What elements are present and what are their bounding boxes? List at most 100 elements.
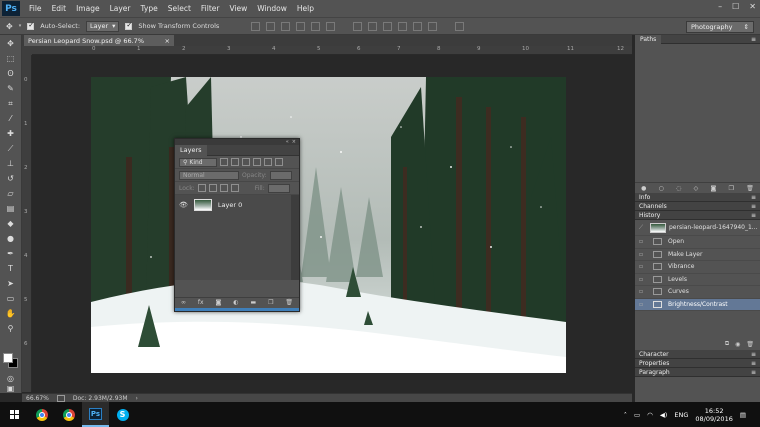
notifications-icon[interactable]: ▤ (740, 411, 746, 419)
distribute-vcenter-icon[interactable] (368, 21, 378, 31)
link-icon[interactable]: ∞ (181, 299, 186, 306)
load-selection-icon[interactable]: ◌ (676, 185, 681, 192)
document-tab[interactable]: Persian Leopard Snow.psd @ 66.7% (RGB/8#… (24, 35, 174, 53)
eraser-tool-icon[interactable]: ▱ (4, 187, 17, 200)
status-info-icon[interactable] (56, 394, 65, 402)
align-bottom-icon[interactable] (281, 21, 291, 31)
align-right-icon[interactable] (326, 21, 336, 31)
tool-preset-chevron-icon[interactable]: ▾ (19, 23, 22, 29)
lock-pixels-icon[interactable] (208, 184, 217, 192)
panel-menu-icon[interactable]: ≡ (751, 360, 756, 367)
distribute-hcenter-icon[interactable] (413, 21, 423, 31)
history-item[interactable]: ▫ Vibrance (635, 261, 760, 274)
move-tool-icon[interactable]: ✥ (6, 22, 13, 31)
blend-mode-dropdown[interactable]: Normal (179, 170, 239, 180)
distribute-bottom-icon[interactable] (383, 21, 393, 31)
camera-icon[interactable]: ◉ (735, 341, 740, 348)
chevron-right-icon[interactable]: › (136, 395, 138, 402)
type-tool-icon[interactable]: T (4, 262, 17, 275)
filter-toggle-icon[interactable] (275, 158, 283, 166)
tab-paragraph[interactable]: Paragraph (639, 369, 670, 376)
marquee-tool-icon[interactable]: ⬚ (4, 52, 17, 65)
auto-select-checkbox[interactable] (27, 21, 35, 30)
blur-tool-icon[interactable]: ◆ (4, 217, 17, 230)
distribute-right-icon[interactable] (428, 21, 438, 31)
history-item[interactable]: ▫ Curves (635, 286, 760, 299)
taskbar-chrome-1[interactable] (28, 402, 55, 427)
adjustment-icon[interactable]: ◐ (233, 299, 238, 306)
menu-file[interactable]: File (24, 4, 47, 13)
move-tool-icon[interactable]: ✥ (4, 37, 17, 50)
history-source-checkbox[interactable]: ▫ (635, 288, 647, 295)
brush-tool-icon[interactable]: ⟋ (4, 142, 17, 155)
taskbar-photoshop[interactable]: Ps (82, 402, 109, 427)
history-brush-tool-icon[interactable]: ↺ (4, 172, 17, 185)
menu-type[interactable]: Type (136, 4, 163, 13)
menu-edit[interactable]: Edit (47, 4, 72, 13)
channels-panel-header[interactable]: Channels ≡ (635, 202, 760, 211)
menu-help[interactable]: Help (292, 4, 319, 13)
maximize-button[interactable]: ☐ (732, 2, 739, 11)
history-source-checkbox[interactable]: ▫ (635, 238, 647, 245)
quick-select-tool-icon[interactable]: ✎ (4, 82, 17, 95)
layers-scrollbar[interactable] (291, 195, 299, 280)
align-hcenter-icon[interactable] (311, 21, 321, 31)
stroke-path-icon[interactable]: ○ (659, 185, 664, 192)
fill-path-icon[interactable]: ● (641, 185, 646, 192)
fx-icon[interactable]: fx (198, 299, 204, 306)
history-item[interactable]: ▫ Make Layer (635, 249, 760, 261)
add-mask-icon[interactable]: ◙ (711, 185, 717, 192)
layer-name[interactable]: Layer 0 (218, 201, 242, 209)
clone-stamp-tool-icon[interactable]: ⊥ (4, 157, 17, 170)
opacity-input[interactable] (269, 170, 292, 180)
distribute-left-icon[interactable] (398, 21, 408, 31)
panel-menu-icon[interactable]: ≡ (751, 203, 756, 210)
dodge-tool-icon[interactable]: ● (4, 232, 17, 245)
taskbar-chrome-2[interactable] (55, 402, 82, 427)
trash-icon[interactable]: 🗑 (746, 341, 754, 348)
screen-mode-icon[interactable]: ▣ (4, 382, 17, 395)
lasso-tool-icon[interactable]: ʘ (4, 67, 17, 80)
panel-menu-icon[interactable]: ≡ (751, 351, 756, 358)
history-item-selected[interactable]: ▫ Brightness/Contrast (635, 298, 760, 311)
tab-channels[interactable]: Channels (639, 203, 667, 210)
new-path-icon[interactable]: ❐ (729, 185, 734, 192)
tab-info[interactable]: Info (639, 194, 650, 201)
fill-input[interactable] (267, 183, 290, 193)
history-source-checkbox[interactable]: ▫ (635, 251, 647, 258)
minimize-button[interactable]: – (718, 2, 722, 11)
align-vcenter-icon[interactable] (266, 21, 276, 31)
volume-icon[interactable]: ◀) (660, 411, 668, 419)
panel-menu-icon[interactable]: ≡ (751, 369, 756, 376)
foreground-color-swatch[interactable] (3, 353, 13, 363)
auto-select-dropdown[interactable]: Layer ▾ (86, 20, 120, 32)
workspace-dropdown[interactable]: Photography ⇕ (686, 21, 754, 33)
distribute-top-icon[interactable] (353, 21, 363, 31)
lock-transparency-icon[interactable] (197, 184, 206, 192)
filter-shape-icon[interactable] (253, 158, 261, 166)
zoom-tool-icon[interactable]: ⚲ (4, 322, 17, 335)
info-panel-header[interactable]: Info ≡ (635, 193, 760, 202)
taskbar-skype[interactable]: S (109, 402, 136, 427)
healing-brush-tool-icon[interactable]: ✚ (4, 127, 17, 140)
new-document-from-state-icon[interactable]: ⧉ (725, 340, 729, 348)
clock[interactable]: 16:52 08/09/2016 (695, 407, 732, 423)
network-icon[interactable]: ▭ (634, 411, 640, 419)
hand-tool-icon[interactable]: ✋ (4, 307, 17, 320)
paragraph-panel-header[interactable]: Paragraph ≡ (635, 368, 760, 377)
chevron-up-icon[interactable]: ˄ (624, 411, 627, 419)
document-image[interactable] (91, 77, 566, 373)
history-item[interactable]: ▫ Open (635, 236, 760, 249)
properties-panel-header[interactable]: Properties ≡ (635, 359, 760, 368)
character-panel-header[interactable]: Character ≡ (635, 350, 760, 359)
filter-type-icon[interactable] (242, 158, 250, 166)
make-work-path-icon[interactable]: ◇ (694, 185, 699, 192)
filter-adjustment-icon[interactable] (231, 158, 239, 166)
trash-icon[interactable]: 🗑 (285, 299, 293, 306)
align-left-icon[interactable] (296, 21, 306, 31)
history-snapshot[interactable]: ⟋ persian-leopard-1647940_1... (635, 220, 760, 236)
menu-view[interactable]: View (224, 4, 252, 13)
new-layer-icon[interactable]: ❐ (268, 299, 273, 306)
trash-icon[interactable]: 🗑 (746, 185, 754, 192)
collapse-icon[interactable]: « (286, 139, 289, 145)
